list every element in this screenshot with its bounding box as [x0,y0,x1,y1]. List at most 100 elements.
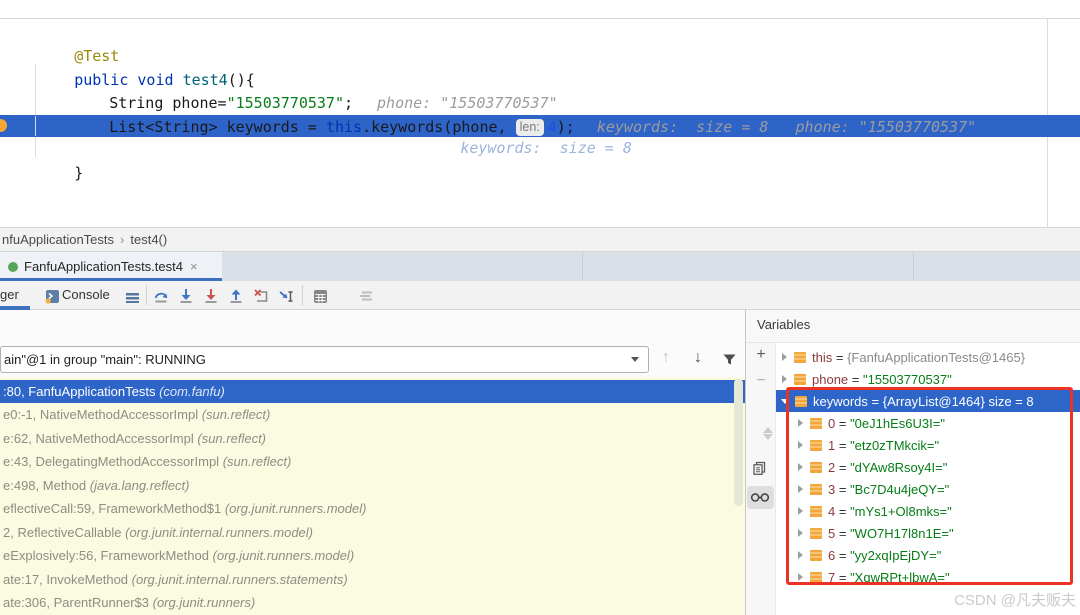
frame-location: e:62, NativeMethodAccessorImpl [3,430,198,446]
debugger-tab-underline [0,306,30,310]
close-icon[interactable]: × [190,259,198,274]
code-editor[interactable]: @Test public void test4(){ String phone=… [0,0,1080,227]
frame-down-button[interactable]: ↓ [694,349,702,367]
value-icon [810,505,822,517]
value-icon [810,439,822,451]
frame-package: (org.junit.runners) [152,595,256,610]
frame-package: (sun.reflect) [222,454,292,469]
variable-name: phone [812,371,849,387]
test-run-icon [8,261,18,272]
item-value: "mYs1+Ol8mks=" [850,503,952,519]
frame-row[interactable]: 2, ReflectiveCallable (org.junit.interna… [0,521,745,545]
plain-token: .println(keywords.size()); [199,138,435,157]
frame-package: (java.lang.reflect) [89,477,190,493]
frames-list[interactable]: :80, FanfuApplicationTests (com.fanfu) e… [0,377,745,615]
chevron-down-icon[interactable] [781,398,789,404]
variable-value: {FanfuApplicationTests@1465} [847,349,1026,365]
debugger-toolbar: ger Console [0,281,1080,310]
variable-value: "15503770537" [862,371,952,387]
value-icon [810,483,822,495]
frame-row[interactable]: e0:-1, NativeMethodAccessorImpl (sun.ref… [0,403,745,427]
variable-row-phone[interactable]: phone = "15503770537" [776,368,1080,390]
static-field-token: out [172,138,200,157]
item-value: "etz0zTMkcik=" [850,437,940,453]
frame-row[interactable]: :80, FanfuApplicationTests (com.fanfu) [0,379,745,403]
tab-debugger[interactable]: ger [0,287,19,302]
chevron-right-icon[interactable] [798,485,803,493]
remove-watch-button[interactable]: − [749,372,773,390]
value-icon [795,395,807,407]
chevron-right-icon[interactable] [798,507,803,515]
equals-sign: = [835,503,851,519]
restore-layout-icon[interactable] [123,289,141,307]
toolbar-separator [146,285,147,305]
list-item-3[interactable]: 3 = "Bc7D4u4jeQY=" [776,478,1080,500]
list-item-2[interactable]: 2 = "dYAw8Rsoy4I=" [776,456,1080,478]
equals-sign: = [835,525,851,541]
duplicate-watch-icon[interactable] [752,461,767,481]
watermark-text: CSDN @凡夫贩夫 [954,592,1076,609]
frame-row[interactable]: ate:306, ParentRunner$3 (org.junit.runne… [0,591,745,615]
frame-location: ate:306, ParentRunner$3 [3,595,153,610]
frame-package: (org.junit.internal.runners.model) [125,524,313,540]
variable-row-keywords[interactable]: keywords = {ArrayList@1464} size = 8 [776,390,1080,412]
step-over-button[interactable] [152,287,170,305]
frame-package: (org.junit.internal.runners.statements) [131,571,348,587]
force-step-into-button[interactable] [202,287,220,305]
list-item-4[interactable]: 4 = "mYs1+Ol8mks=" [776,500,1080,522]
chevron-right-icon[interactable] [798,551,803,559]
breadcrumb-separator-icon: › [120,232,125,247]
equals-sign: = [848,371,863,387]
frame-row[interactable]: eExplosively:56, FrameworkMethod (org.ju… [0,544,745,568]
equals-sign: = [832,349,848,365]
frame-row[interactable]: e:43, DelegatingMethodAccessorImpl (sun.… [0,450,745,474]
filter-frames-icon[interactable] [722,352,737,372]
breadcrumb-class[interactable]: nfuApplicationTests [2,232,114,247]
chevron-right-icon[interactable] [782,353,787,361]
chevron-right-icon[interactable] [798,573,803,581]
frame-package: (sun.reflect) [201,407,271,422]
chevron-right-icon[interactable] [798,441,803,449]
frame-location: e:43, DelegatingMethodAccessorImpl [3,454,223,469]
item-index: 5 [828,525,836,541]
console-icon [43,287,61,305]
breadcrumb: nfuApplicationTests › test4() [0,227,1080,252]
drop-frame-button[interactable] [252,287,270,305]
frame-row[interactable]: ate:17, InvokeMethod (org.junit.internal… [0,568,745,592]
chevron-right-icon[interactable] [798,529,803,537]
item-index: 4 [828,503,836,519]
plain-token: System. [109,138,173,157]
frame-row[interactable]: e:498, Method (java.lang.reflect) [0,474,745,498]
list-item-1[interactable]: 1 = "etz0zTMkcik=" [776,434,1080,456]
list-item-0[interactable]: 0 = "0eJ1hEs6U3I=" [776,412,1080,434]
frames-scrollbar-thumb[interactable] [734,379,743,506]
item-value: "yy2xqIpEjDY=" [850,547,942,563]
chevron-down-icon[interactable] [631,357,639,362]
step-out-button[interactable] [227,287,245,305]
list-item-6[interactable]: 6 = "yy2xqIpEjDY=" [776,544,1080,566]
chevron-right-icon[interactable] [798,463,803,471]
thread-selector-dropdown[interactable]: ain"@1 in group "main": RUNNING [0,346,649,373]
layout-settings-icon[interactable] [357,287,375,305]
breadcrumb-method[interactable]: test4() [130,232,167,247]
show-watches-glasses-icon[interactable] [750,491,771,509]
inline-debug-hint: keywords: size = 8 phone: "15503770537" [596,117,977,136]
frame-row[interactable]: e:62, NativeMethodAccessorImpl (sun.refl… [0,427,745,451]
frame-row[interactable]: eflectiveCall:59, FrameworkMethod$1 (org… [0,497,745,521]
chevron-right-icon[interactable] [782,375,787,383]
evaluate-expression-button[interactable] [311,287,329,305]
code-line-println: System.out.println(keywords.size()); keyw… [55,118,632,178]
inline-debug-hint: keywords: size = 8 [460,138,632,157]
run-to-cursor-button[interactable] [277,287,295,305]
list-item-5[interactable]: 5 = "WO7H17l8n1E=" [776,522,1080,544]
variable-row-this[interactable]: this = {FanfuApplicationTests@1465} [776,346,1080,368]
ide-debug-window: @Test public void test4(){ String phone=… [0,0,1080,615]
step-into-button[interactable] [177,287,195,305]
list-item-7[interactable]: 7 = "XqwRPt+lbwA=" [776,566,1080,588]
new-watch-button[interactable]: + [749,346,773,364]
chevron-right-icon[interactable] [798,419,803,427]
run-tool-tabbar: FanfuApplicationTests.test4 × [0,252,1080,281]
tab-console[interactable]: Console [62,287,110,302]
value-icon [810,571,822,583]
frame-up-button[interactable]: ↑ [662,349,670,367]
